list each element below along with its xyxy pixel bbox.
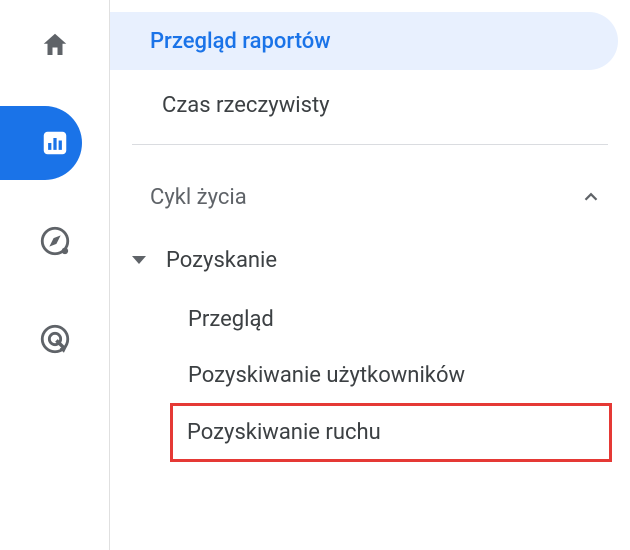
rail-reports[interactable] xyxy=(26,114,84,172)
subnav-label: Pozyskiwanie ruchu xyxy=(187,420,381,445)
chevron-up-icon xyxy=(580,186,602,208)
advertising-icon xyxy=(38,322,72,356)
nav-reports-overview[interactable]: Przegląd raportów xyxy=(110,12,618,70)
caret-down-icon xyxy=(132,256,146,264)
nav-label: Czas rzeczywisty xyxy=(162,93,330,118)
group-label: Pozyskanie xyxy=(166,248,277,273)
subnav-user-acquisition[interactable]: Pozyskiwanie użytkowników xyxy=(110,347,630,403)
reports-icon xyxy=(40,128,70,158)
subnav-traffic-acquisition[interactable]: Pozyskiwanie ruchu xyxy=(170,403,612,462)
nav-realtime[interactable]: Czas rzeczywisty xyxy=(122,76,618,134)
section-title: Cykl życia xyxy=(150,185,247,210)
rail-explore[interactable] xyxy=(26,212,84,270)
rail-home[interactable] xyxy=(26,16,84,74)
icon-rail xyxy=(0,0,110,550)
divider xyxy=(132,144,608,145)
subnav-label: Pozyskiwanie użytkowników xyxy=(188,363,465,388)
home-icon xyxy=(40,30,70,60)
explore-icon xyxy=(38,224,72,258)
nav-label: Przegląd raportów xyxy=(150,29,331,54)
subnav-overview[interactable]: Przegląd xyxy=(110,291,630,347)
group-acquisition[interactable]: Pozyskanie xyxy=(110,235,630,285)
rail-advertising[interactable] xyxy=(26,310,84,368)
subnav-label: Przegląd xyxy=(188,307,274,332)
rail-reports-wrap xyxy=(0,114,109,172)
section-lifecycle[interactable]: Cykl życia xyxy=(110,173,630,221)
side-panel: Przegląd raportów Czas rzeczywisty Cykl … xyxy=(110,0,630,550)
